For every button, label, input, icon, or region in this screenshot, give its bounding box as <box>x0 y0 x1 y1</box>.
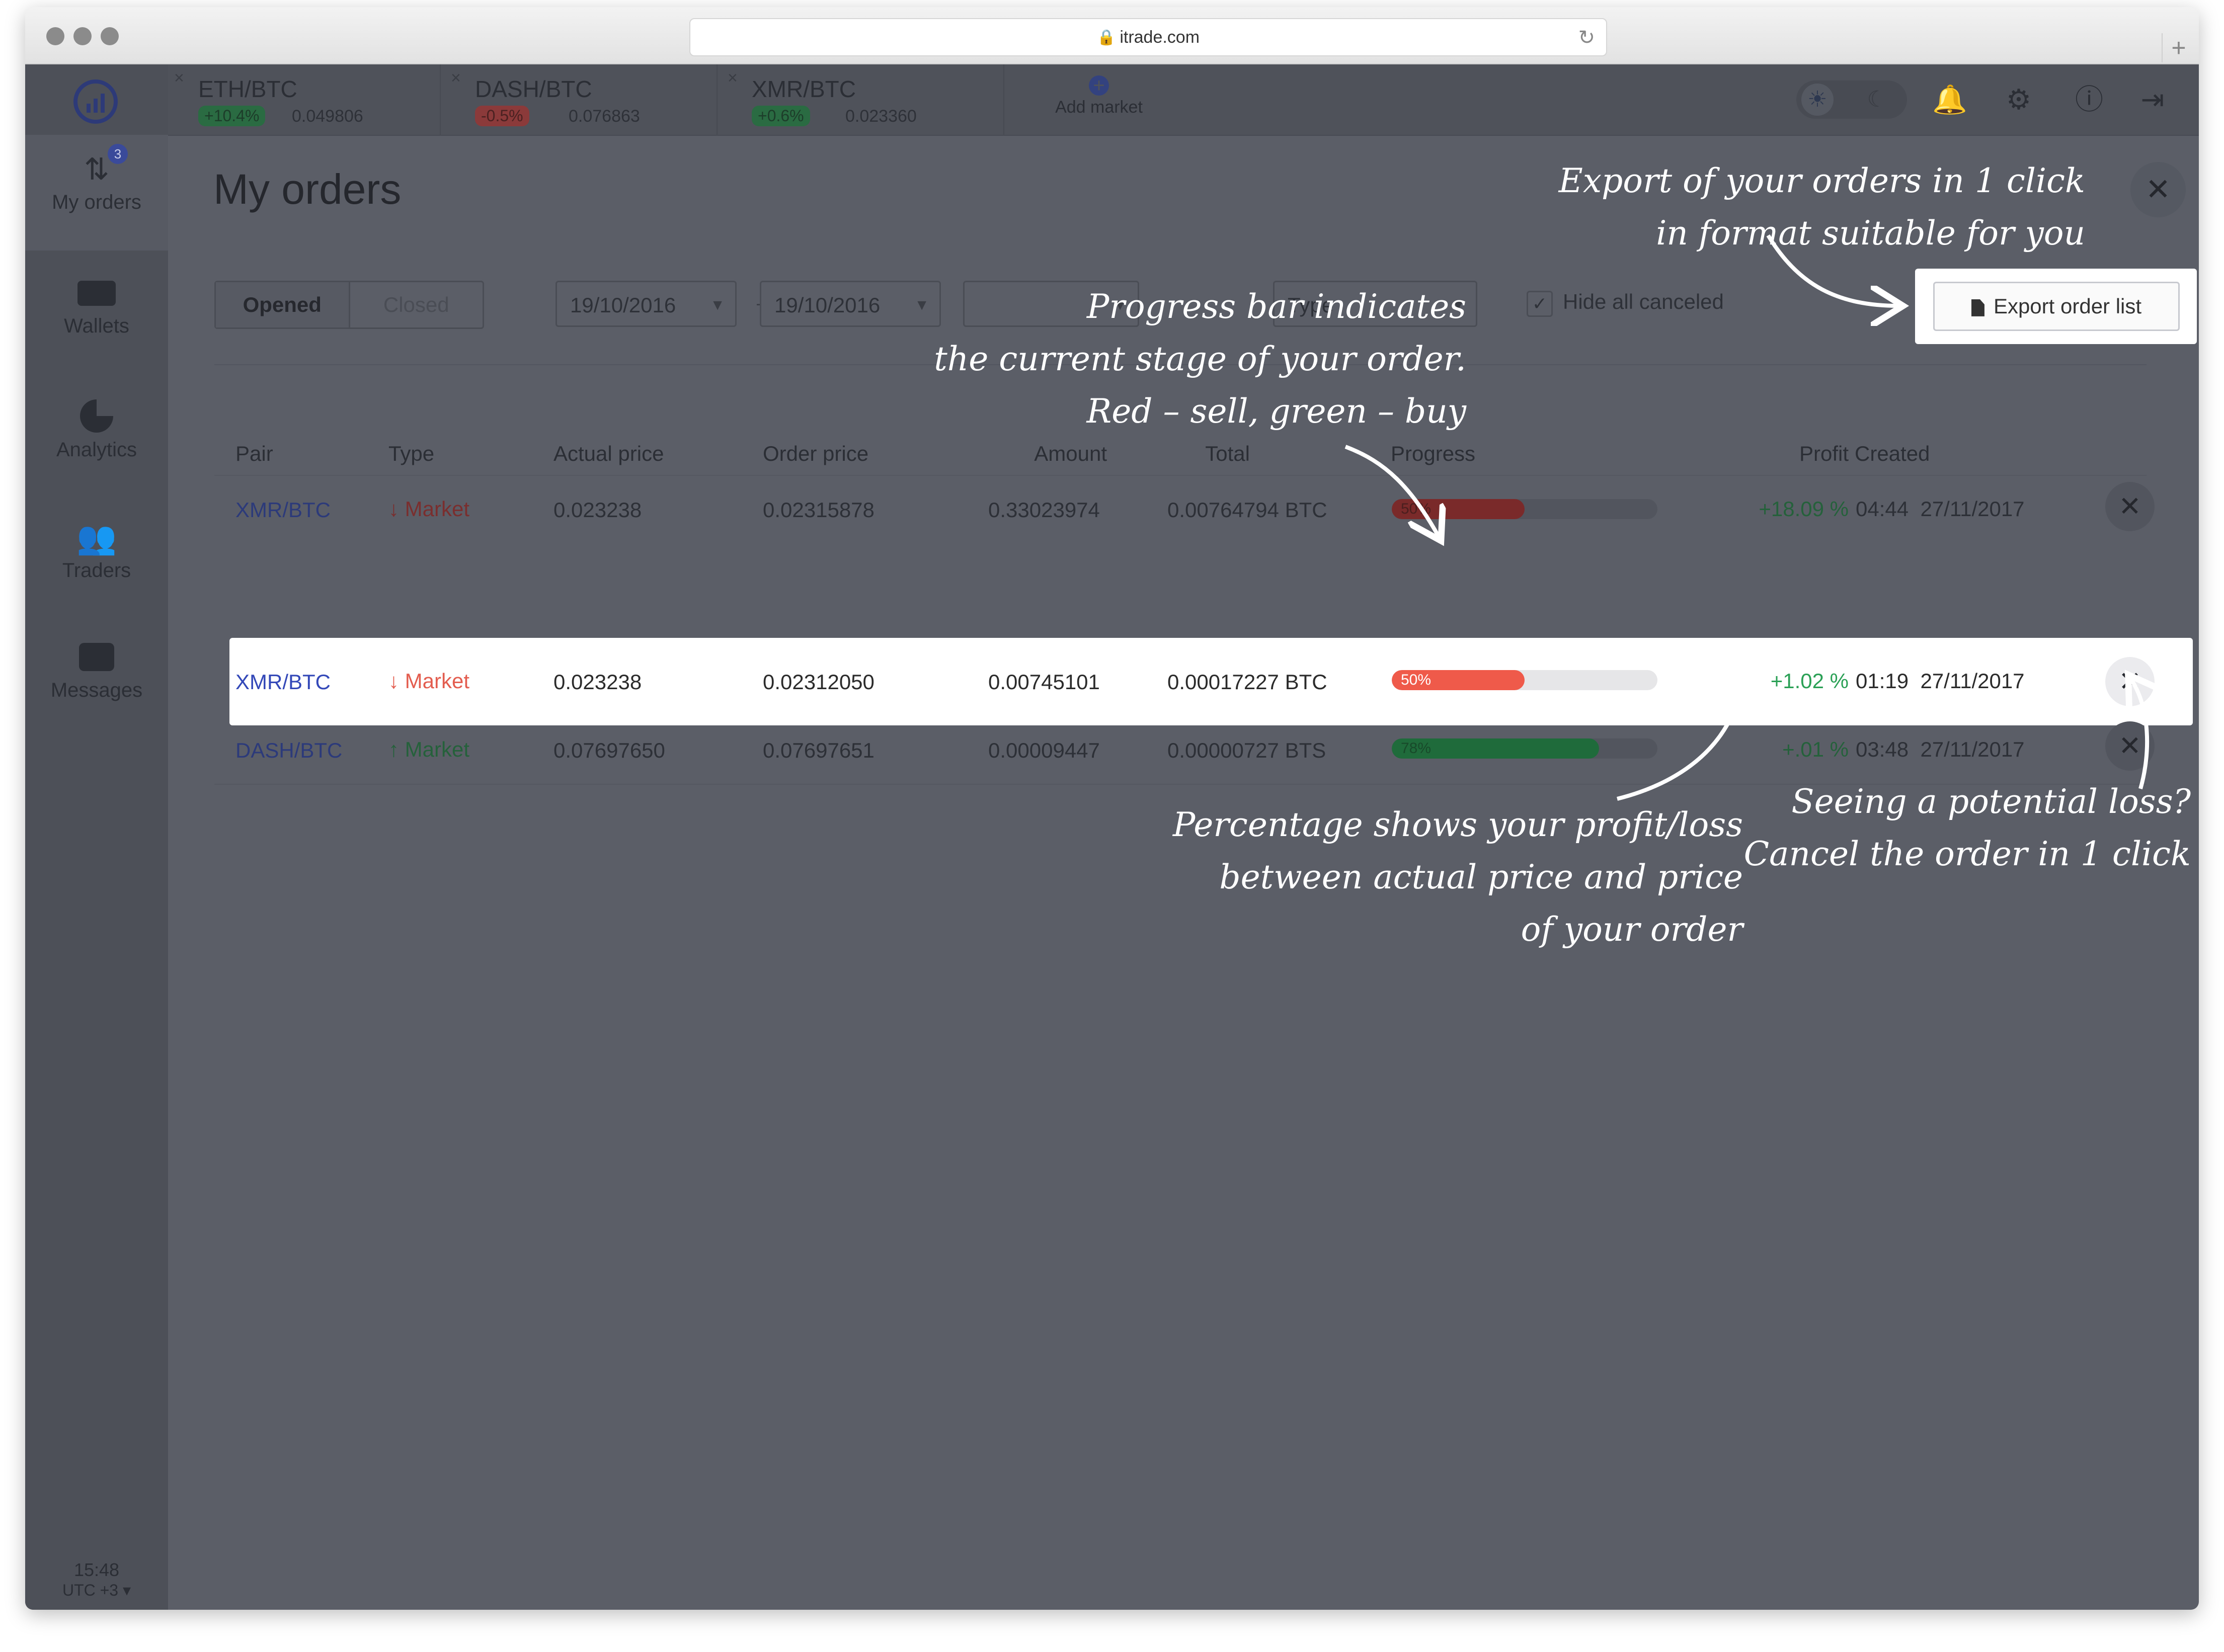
market-tab-xmr-btc[interactable]: × XMR/BTC +0.6% 0.023360 <box>722 64 1004 135</box>
sidebar-item-label: My orders <box>52 191 141 213</box>
market-pair: ETH/BTC <box>198 76 297 102</box>
new-tab-button[interactable]: + <box>2162 33 2195 62</box>
sidebar-item-label: Analytics <box>56 439 137 461</box>
market-change: +10.4% <box>198 106 266 126</box>
zoom-window-button[interactable] <box>101 27 119 45</box>
sidebar-item-analytics[interactable]: Analytics <box>25 399 168 461</box>
market-tabs-bar: × ETH/BTC +10.4% 0.049806 × DASH/BTC -0.… <box>168 64 2199 136</box>
market-pair: XMR/BTC <box>752 76 856 102</box>
sidebar-item-label: Messages <box>50 679 143 701</box>
clock[interactable]: 15:48 UTC +3 ▾ <box>25 1559 168 1600</box>
close-icon[interactable]: × <box>728 68 738 88</box>
reload-icon[interactable]: ↻ <box>1578 26 1595 49</box>
main-content: My orders ✕ Opened Closed 19/10/2016 ▼ –… <box>168 135 2199 1610</box>
arrows-up-down-icon: ⇅ <box>84 152 110 186</box>
wallet-icon <box>77 281 116 306</box>
help-icon[interactable]: ⓘ <box>2073 84 2105 116</box>
add-market-label: Add market <box>1055 98 1143 117</box>
sidebar-item-my-orders[interactable]: ⇅ 3 My orders <box>25 135 168 251</box>
sidebar-item-wallets[interactable]: Wallets <box>25 281 168 338</box>
arrow-to-export-icon <box>1766 234 1899 306</box>
close-icon[interactable]: × <box>451 68 461 88</box>
sidebar-item-label: Traders <box>62 559 131 582</box>
users-icon: 👥 <box>76 520 117 556</box>
market-pair: DASH/BTC <box>475 76 592 102</box>
sidebar-item-label: Wallets <box>64 315 129 337</box>
market-tab-dash-btc[interactable]: × DASH/BTC -0.5% 0.076863 <box>445 64 718 135</box>
orders-count-badge: 3 <box>108 144 128 164</box>
lock-icon: 🔒 <box>1096 29 1116 46</box>
plus-icon: + <box>1089 75 1109 96</box>
sidebar-item-traders[interactable]: 👥 Traders <box>25 520 168 582</box>
browser-window: 🔒 itrade.com ↻ + ⇅ 3 My orders Wallets A… <box>25 7 2199 1610</box>
chat-bubble-icon <box>79 643 114 671</box>
theme-toggle[interactable]: ☀ ☾ <box>1796 80 1907 119</box>
arrow-to-progress-icon <box>1344 445 1439 537</box>
pie-chart-icon <box>80 399 113 433</box>
sidebar: ⇅ 3 My orders Wallets Analytics 👥 Trader… <box>25 64 168 1610</box>
sidebar-item-messages[interactable]: Messages <box>25 643 168 702</box>
close-window-button[interactable] <box>46 27 64 45</box>
market-price: 0.076863 <box>569 107 640 126</box>
market-price: 0.023360 <box>845 107 917 126</box>
app: ⇅ 3 My orders Wallets Analytics 👥 Trader… <box>25 64 2199 1610</box>
timezone-selector[interactable]: UTC +3 ▾ <box>25 1581 168 1600</box>
market-price: 0.049806 <box>292 107 363 126</box>
close-icon[interactable]: × <box>174 68 184 88</box>
app-logo-icon[interactable] <box>71 77 120 126</box>
url-text: itrade.com <box>1120 27 1200 47</box>
arrow-to-cancel-icon <box>2130 678 2147 790</box>
sun-icon[interactable]: ☀ <box>1801 84 1834 116</box>
annotation-arrows <box>1344 234 2199 801</box>
bell-icon[interactable]: 🔔 <box>1932 84 1967 116</box>
market-change: -0.5% <box>475 106 529 126</box>
browser-titlebar: 🔒 itrade.com ↻ + <box>25 7 2199 64</box>
gear-icon[interactable]: ⚙ <box>2003 84 2035 116</box>
clock-time: 15:48 <box>73 1559 120 1580</box>
market-tab-eth-btc[interactable]: × ETH/BTC +10.4% 0.049806 <box>168 64 441 135</box>
logout-icon[interactable]: ⇥ <box>2136 84 2169 116</box>
add-market-button[interactable]: + Add market <box>1023 64 1174 135</box>
arrow-to-profit-icon <box>1617 663 1743 801</box>
moon-icon[interactable]: ☾ <box>1867 84 1887 116</box>
minimize-window-button[interactable] <box>73 27 92 45</box>
market-change: +0.6% <box>752 106 810 126</box>
address-bar[interactable]: 🔒 itrade.com ↻ <box>689 18 1607 56</box>
